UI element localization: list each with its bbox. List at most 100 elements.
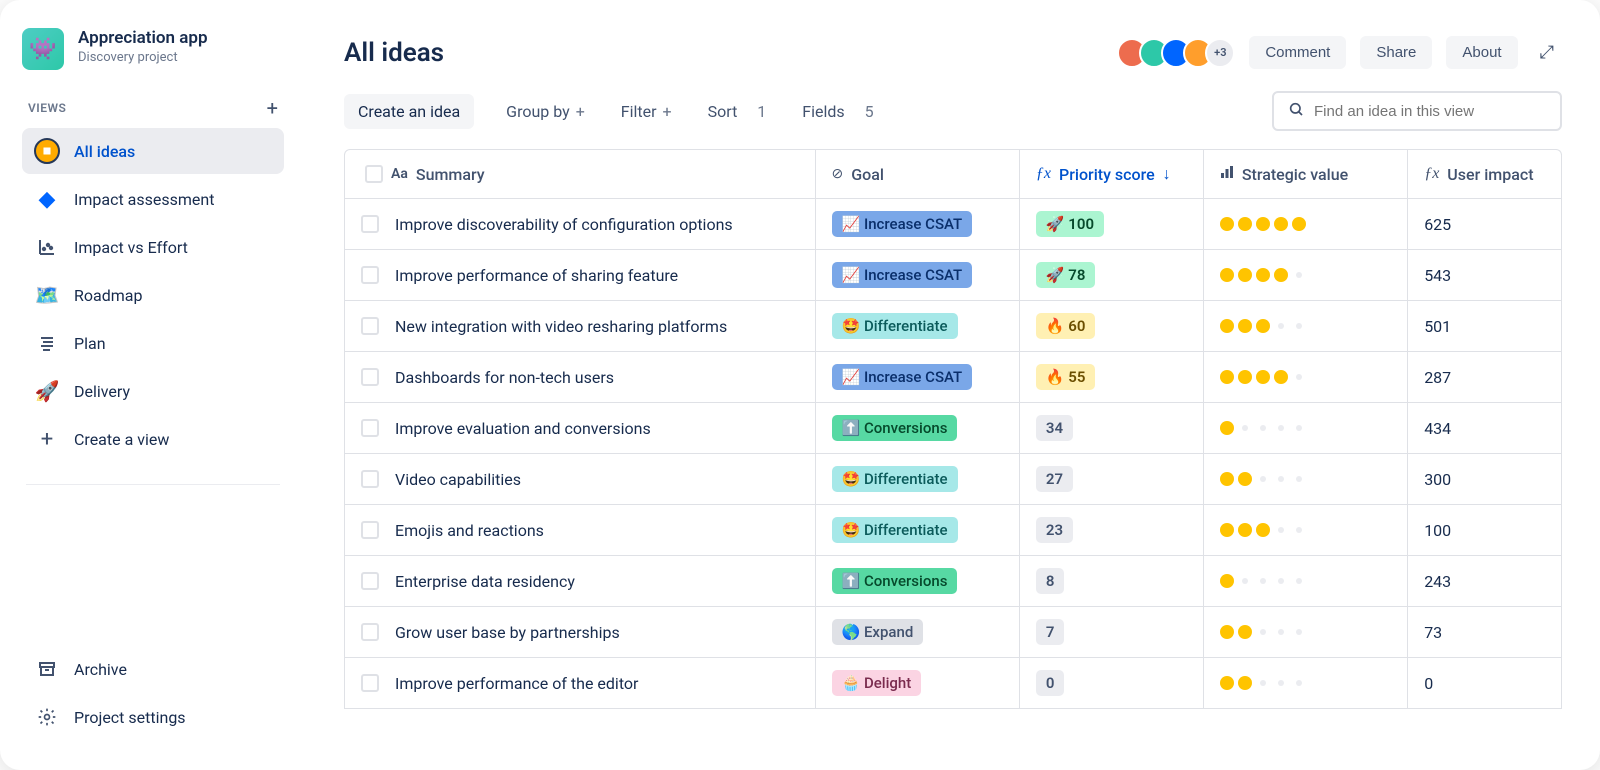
sidebar-item-label: Roadmap: [74, 286, 142, 305]
fields-button[interactable]: Fields 5: [798, 96, 877, 127]
summary-text: Emojis and reactions: [395, 521, 544, 540]
goal-tag[interactable]: ⬆️ Conversions: [832, 568, 958, 594]
goal-tag[interactable]: 🌎 Expand: [832, 619, 924, 645]
plus-icon: +: [34, 426, 60, 452]
strategic-rating: [1220, 574, 1391, 588]
row-checkbox[interactable]: [361, 266, 379, 284]
expand-icon[interactable]: ⤢: [1532, 38, 1562, 67]
goal-tag[interactable]: 🤩 Differentiate: [832, 466, 958, 492]
group-by-button[interactable]: Group by +: [502, 96, 589, 127]
row-checkbox[interactable]: [361, 470, 379, 488]
user-impact-value: 100: [1408, 505, 1561, 556]
avatar-stack[interactable]: +3: [1117, 38, 1235, 68]
project-subtitle: Discovery project: [78, 50, 208, 65]
goal-tag[interactable]: 📈 Increase CSAT: [832, 364, 973, 390]
sidebar-item-project-settings[interactable]: Project settings: [22, 694, 284, 740]
diamond-icon: ◆: [34, 186, 60, 212]
col-priority-header[interactable]: ƒxPriority score↓: [1019, 150, 1203, 199]
row-checkbox[interactable]: [361, 368, 379, 386]
table-row[interactable]: Grow user base by partnerships🌎 Expand77…: [345, 607, 1561, 658]
gear-icon: [34, 704, 60, 730]
sidebar-item-delivery[interactable]: 🚀Delivery: [22, 368, 284, 414]
sidebar: 👾 Appreciation app Discovery project VIE…: [0, 0, 306, 770]
row-checkbox[interactable]: [361, 572, 379, 590]
project-header[interactable]: 👾 Appreciation app Discovery project: [22, 28, 284, 70]
select-all-checkbox[interactable]: [365, 165, 383, 183]
row-checkbox[interactable]: [361, 419, 379, 437]
comment-button[interactable]: Comment: [1249, 36, 1346, 69]
summary-text: Improve performance of sharing feature: [395, 266, 678, 285]
search-box[interactable]: [1272, 91, 1562, 131]
table-row[interactable]: Improve evaluation and conversions⬆️ Con…: [345, 403, 1561, 454]
col-goal-header[interactable]: ⊘Goal: [815, 150, 1019, 199]
strategic-rating: [1220, 676, 1391, 690]
priority-pill: 0: [1036, 670, 1065, 696]
col-impact-header[interactable]: ƒxUser impact: [1408, 150, 1561, 199]
row-checkbox[interactable]: [361, 317, 379, 335]
sidebar-item-label: Create a view: [74, 430, 169, 449]
col-summary-label: Summary: [416, 165, 485, 184]
table-row[interactable]: Dashboards for non-tech users 📈 Increase …: [345, 352, 1561, 403]
col-summary-header[interactable]: Aa Summary: [345, 150, 815, 199]
user-impact-value: 434: [1408, 403, 1561, 454]
sidebar-item-impact-assessment[interactable]: ◆Impact assessment: [22, 176, 284, 222]
sidebar-item-label: Project settings: [74, 708, 186, 727]
summary-text: Improve performance of the editor: [395, 674, 638, 693]
table-row[interactable]: Emojis and reactions🤩 Differentiate23100: [345, 505, 1561, 556]
user-impact-value: 243: [1408, 556, 1561, 607]
goal-tag[interactable]: 📈 Increase CSAT: [832, 211, 973, 237]
sidebar-item-label: All ideas: [74, 142, 135, 161]
row-checkbox[interactable]: [361, 674, 379, 692]
row-checkbox[interactable]: [361, 521, 379, 539]
avatar-more[interactable]: +3: [1205, 38, 1235, 68]
sidebar-item-all-ideas[interactable]: All ideas: [22, 128, 284, 174]
table-row[interactable]: Enterprise data residency⬆️ Conversions8…: [345, 556, 1561, 607]
lines-icon: [34, 330, 60, 356]
sort-desc-icon: ↓: [1163, 164, 1171, 184]
plus-icon: +: [576, 102, 585, 121]
goal-tag[interactable]: 🤩 Differentiate: [832, 313, 958, 339]
goal-tag[interactable]: 📈 Increase CSAT: [832, 262, 973, 288]
table-row[interactable]: New integration with video resharing pla…: [345, 301, 1561, 352]
row-checkbox[interactable]: [361, 215, 379, 233]
share-button[interactable]: Share: [1360, 36, 1432, 69]
plus-icon: +: [663, 102, 672, 121]
sort-button[interactable]: Sort 1: [704, 96, 771, 127]
priority-pill: 27: [1036, 466, 1073, 492]
topbar: All ideas +3 Comment Share About ⤢: [344, 36, 1562, 69]
sidebar-item-archive[interactable]: Archive: [22, 646, 284, 692]
table-row[interactable]: Video capabilities🤩 Differentiate27300: [345, 454, 1561, 505]
sidebar-item-label: Delivery: [74, 382, 130, 401]
user-impact-value: 287: [1408, 352, 1561, 403]
col-strategic-header[interactable]: Strategic value: [1203, 150, 1407, 199]
check-circle-icon: ⊘: [832, 166, 844, 182]
bottom-nav: Archive Project settings: [22, 646, 284, 742]
about-button[interactable]: About: [1446, 36, 1517, 69]
map-icon: 🗺️: [34, 282, 60, 308]
table-row[interactable]: Improve performance of the editor 🧁 Delig…: [345, 658, 1561, 709]
page-title: All ideas: [344, 38, 444, 68]
sidebar-item-plan[interactable]: Plan: [22, 320, 284, 366]
strategic-rating: [1220, 421, 1391, 435]
filter-button[interactable]: Filter +: [617, 96, 676, 127]
row-checkbox[interactable]: [361, 623, 379, 641]
add-view-button[interactable]: +: [267, 98, 278, 118]
create-idea-button[interactable]: Create an idea: [344, 94, 474, 129]
goal-tag[interactable]: ⬆️ Conversions: [832, 415, 958, 441]
goal-tag[interactable]: 🤩 Differentiate: [832, 517, 958, 543]
table-row[interactable]: Improve performance of sharing feature 📈 …: [345, 250, 1561, 301]
sidebar-item-label: Archive: [74, 660, 127, 679]
main: All ideas +3 Comment Share About ⤢ Creat…: [306, 0, 1600, 770]
search-input[interactable]: [1314, 103, 1546, 120]
strategic-rating: [1220, 523, 1391, 537]
views-nav: All ideas ◆Impact assessmentImpact vs Eff…: [22, 128, 284, 464]
project-icon: 👾: [22, 28, 64, 70]
summary-text: Dashboards for non-tech users: [395, 368, 614, 387]
table-row[interactable]: Improve discoverability of configuration…: [345, 199, 1561, 250]
view-controls: Create an idea Group by + Filter + Sort …: [344, 91, 1562, 131]
sidebar-item-create-a-view[interactable]: + Create a view: [22, 416, 284, 462]
goal-tag[interactable]: 🧁 Delight: [832, 670, 922, 696]
archive-icon: [34, 656, 60, 682]
sidebar-item-impact-vs-effort[interactable]: Impact vs Effort: [22, 224, 284, 270]
sidebar-item-roadmap[interactable]: 🗺️ Roadmap: [22, 272, 284, 318]
